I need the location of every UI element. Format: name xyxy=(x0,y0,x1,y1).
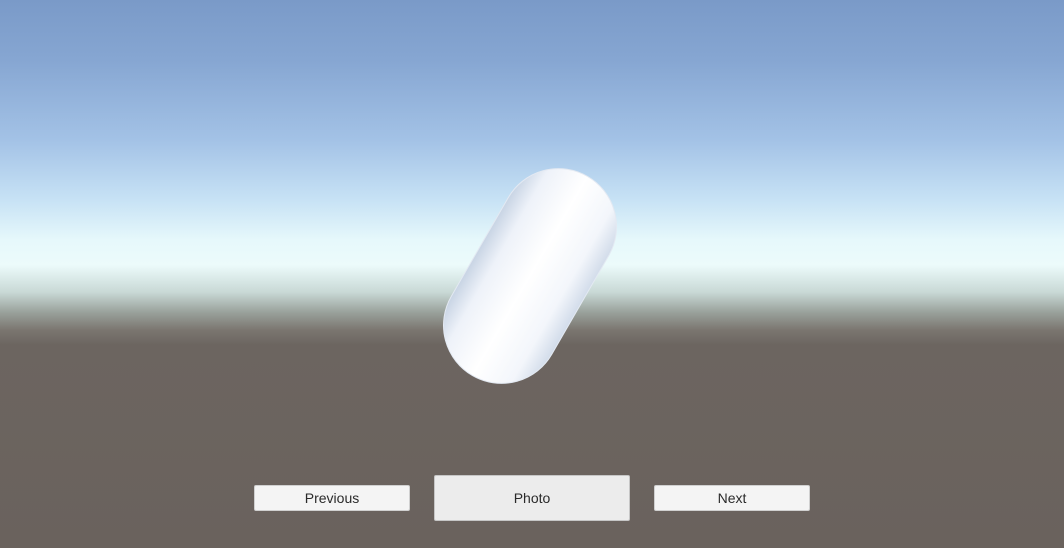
previous-button[interactable]: Previous xyxy=(254,485,410,511)
capsule-object xyxy=(443,168,617,384)
next-button[interactable]: Next xyxy=(654,485,810,511)
game-viewport: Previous Photo Next xyxy=(0,0,1064,548)
photo-button[interactable]: Photo xyxy=(434,475,630,521)
